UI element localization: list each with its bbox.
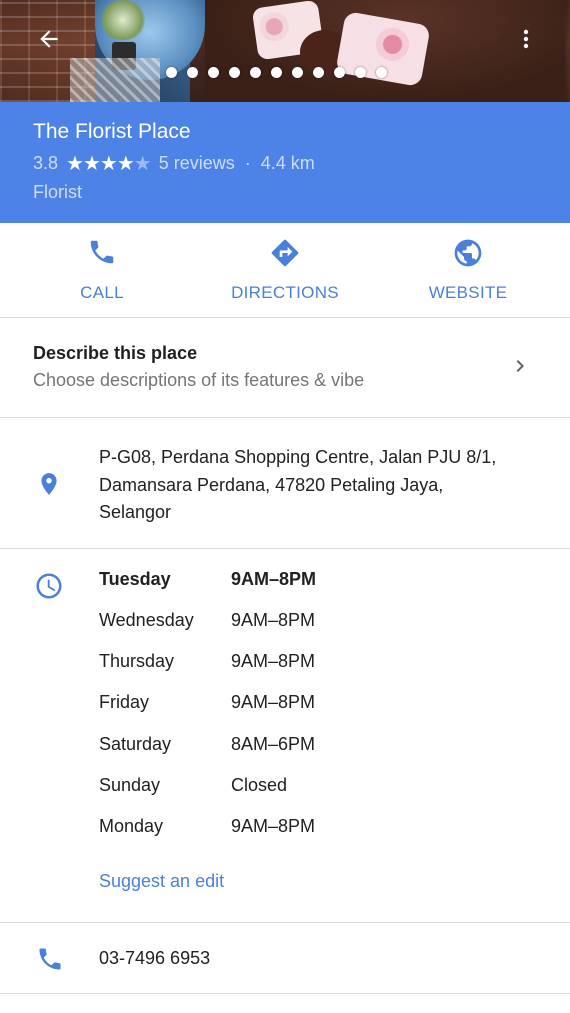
photo-dot[interactable]	[376, 67, 387, 78]
photo-dot[interactable]	[250, 67, 261, 78]
hours-day: Monday	[99, 816, 164, 836]
describe-place-row[interactable]: Describe this place Choose descriptions …	[0, 318, 570, 418]
place-banner: The Florist Place 3.8 ★ ★ ★ ★ ★ 5 reviews · …	[0, 102, 570, 223]
place-photo[interactable]	[0, 0, 570, 102]
phone-icon	[90, 240, 114, 264]
photo-table	[70, 58, 160, 102]
photo-dot[interactable]	[313, 67, 324, 78]
hours-time: 9AM–8PM	[231, 816, 316, 836]
address-line: Damansara Perdana, 47820 Petaling Jaya,	[99, 474, 444, 495]
hours-day: Sunday	[99, 775, 161, 795]
photo-dot[interactable]	[229, 67, 240, 78]
hours-time: 9AM–8PM	[231, 610, 316, 630]
address-row[interactable]: P-G08, Perdana Shopping Centre, Jalan PJ…	[0, 418, 570, 549]
hours-day: Saturday	[99, 734, 172, 754]
photo-dot[interactable]	[334, 67, 345, 78]
action-bar: CALL DIRECTIONS WEBSITE	[0, 223, 570, 318]
website-label: WEBSITE	[428, 283, 508, 302]
address-line: P-G08, Perdana Shopping Centre, Jalan PJ…	[99, 447, 497, 467]
phone-icon	[39, 948, 61, 970]
more-vert-icon	[523, 29, 529, 49]
directions-icon	[271, 239, 299, 267]
globe-icon	[454, 239, 482, 267]
separator: ·	[244, 153, 251, 173]
arrow-back-icon	[40, 30, 58, 48]
photo-dot[interactable]	[355, 67, 366, 78]
directions-label: DIRECTIONS	[231, 283, 339, 302]
hours-day: Wednesday	[99, 610, 194, 630]
more-options-button[interactable]	[508, 18, 544, 60]
photo-dot[interactable]	[292, 67, 303, 78]
place-name: The Florist Place	[33, 120, 191, 143]
hours-day: Thursday	[99, 651, 175, 671]
hours-day: Tuesday	[99, 569, 171, 589]
place-category: Florist	[33, 182, 82, 202]
review-count[interactable]: 5 reviews	[159, 153, 235, 174]
call-label: CALL	[80, 283, 124, 302]
hours-time: 9AM–8PM	[231, 692, 316, 712]
phone-number: 03-7496 6953	[99, 948, 211, 968]
directions-button[interactable]: DIRECTIONS	[215, 223, 355, 317]
photo-dot[interactable]	[187, 67, 198, 78]
hours-time: 9AM–8PM	[231, 569, 317, 589]
chevron-right-icon	[516, 360, 524, 372]
photo-dot[interactable]	[166, 67, 177, 78]
describe-subtitle: Choose descriptions of its features & vi…	[33, 370, 365, 390]
photo-dot[interactable]	[208, 67, 219, 78]
photo-plant	[98, 0, 148, 40]
hours-day: Friday	[99, 692, 150, 712]
website-button[interactable]: WEBSITE	[398, 223, 538, 317]
star-filled-icon: ★	[116, 153, 135, 175]
hours-time: 9AM–8PM	[231, 651, 316, 671]
hours-time: 8AM–6PM	[231, 734, 316, 754]
describe-title: Describe this place	[33, 343, 198, 363]
address-line: Selangor	[99, 502, 172, 522]
phone-row[interactable]: 03-7496 6953	[0, 923, 570, 994]
clock-icon	[36, 573, 62, 599]
star-filled-icon: ★	[66, 153, 84, 175]
distance: 4.4 km	[260, 153, 315, 173]
rating-line[interactable]: 3.8 ★ ★ ★ ★ ★ 5 reviews · 4.4 km	[33, 151, 315, 176]
star-filled-icon: ★	[82, 153, 101, 175]
address-text: P-G08, Perdana Shopping Centre, Jalan PJ…	[99, 444, 539, 527]
suggest-edit-link[interactable]: Suggest an edit	[99, 871, 224, 892]
star-filled-icon: ★	[99, 153, 118, 175]
photo-page-indicator	[166, 67, 387, 81]
hours-time: Closed	[231, 775, 288, 795]
call-button[interactable]: CALL	[32, 223, 172, 317]
back-button[interactable]	[28, 18, 70, 60]
rating-stars: ★ ★ ★ ★ ★	[66, 151, 152, 176]
star-empty-icon: ★	[133, 153, 152, 175]
opening-hours-section[interactable]: Tuesday 9AM–8PM Wednesday 9AM–8PM Thursd…	[0, 549, 570, 923]
photo-dot[interactable]	[271, 67, 282, 78]
rating-value: 3.8	[33, 153, 59, 173]
location-pin-icon	[41, 473, 57, 495]
